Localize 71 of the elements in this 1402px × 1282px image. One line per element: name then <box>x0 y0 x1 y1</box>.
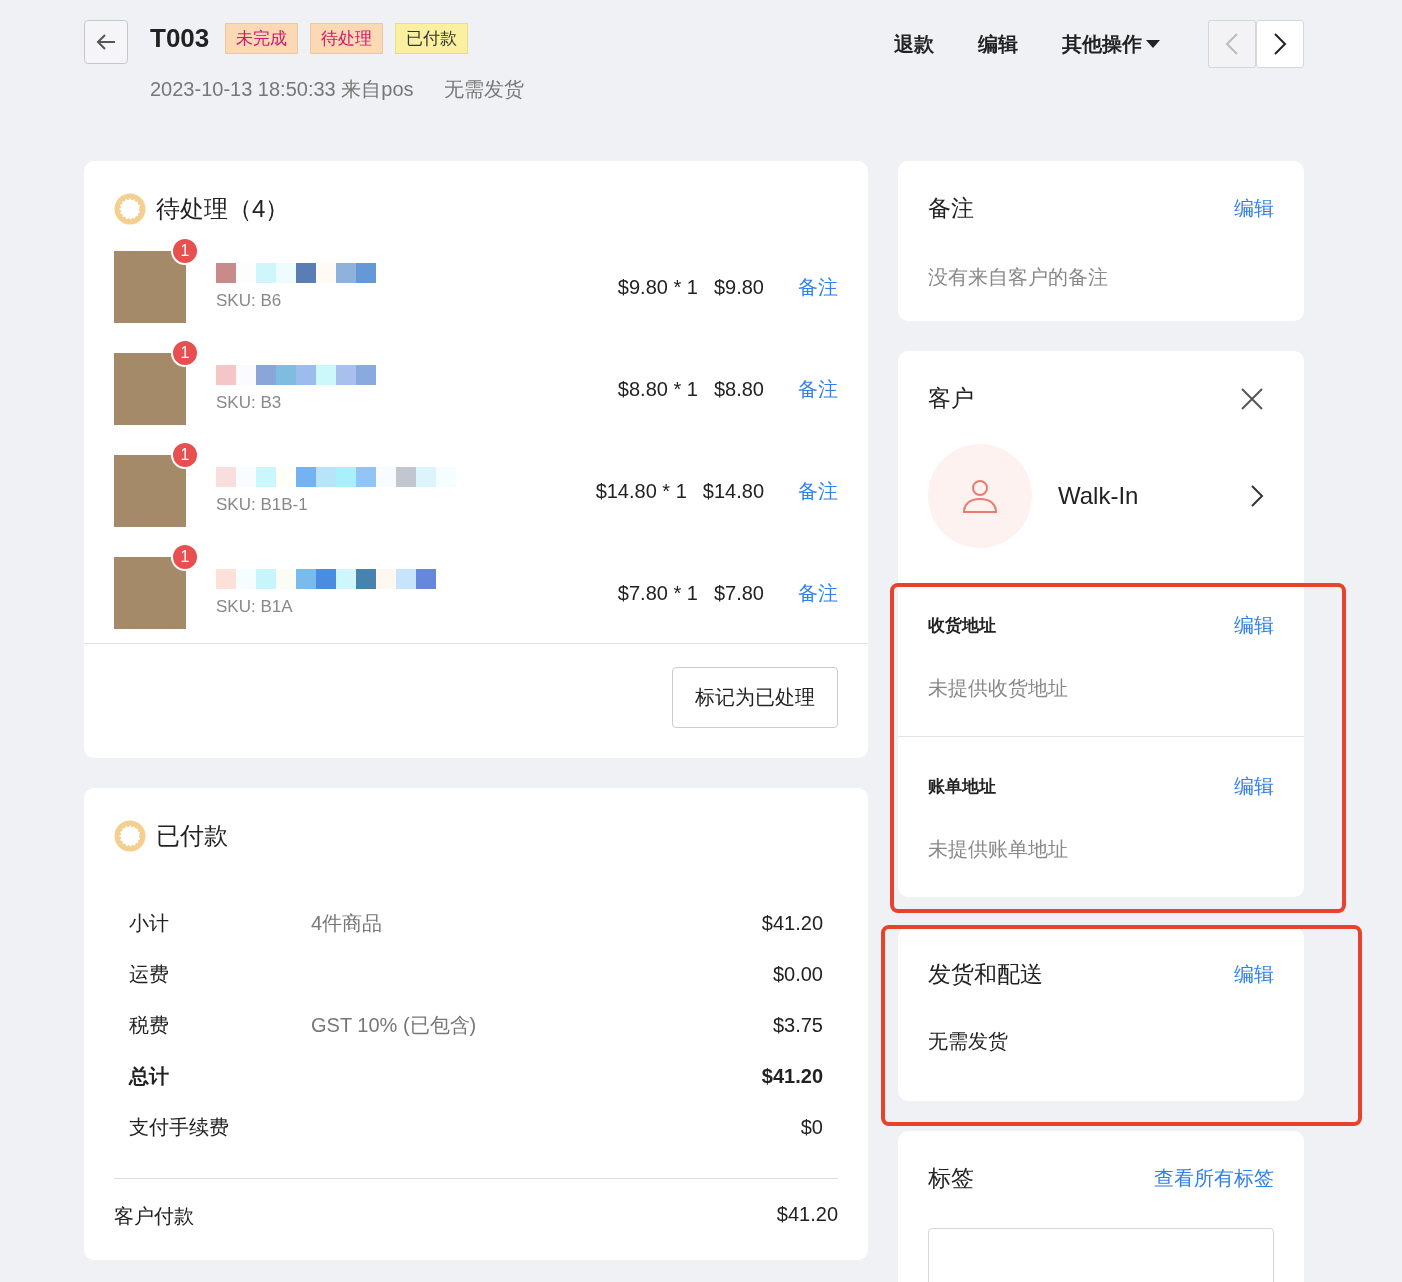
payment-label: 总计 <box>129 1064 170 1089</box>
payment-detail: 4件商品 <box>311 911 383 936</box>
more-actions-dropdown[interactable]: 其他操作 <box>1062 30 1160 58</box>
action-button[interactable]: 退款 <box>894 30 934 58</box>
card-title: 客户 <box>928 384 974 413</box>
sku-text: SKU: B1A <box>216 597 294 617</box>
sku-text: SKU: B1B-1 <box>216 495 309 515</box>
line-total: $8.80 <box>713 377 764 401</box>
payment-label: 税费 <box>129 1013 170 1038</box>
payment-amount: $0.00 <box>772 963 823 986</box>
quantity-badge: 1 <box>171 339 199 367</box>
chevron-right-icon[interactable] <box>1250 484 1264 508</box>
line-total: $7.80 <box>713 581 764 605</box>
sku-text: SKU: B6 <box>216 291 283 311</box>
close-icon[interactable] <box>1240 386 1264 411</box>
status-tag: 待处理 <box>310 22 384 54</box>
unit-price: $7.80 * 1 <box>617 581 698 605</box>
section-title: 待处理（4） <box>156 194 290 224</box>
order-number: T003 <box>150 22 210 54</box>
delivery-text: 无需发货 <box>928 1029 1009 1054</box>
quantity-badge: 1 <box>171 237 199 265</box>
status-tag: 未完成 <box>225 22 299 54</box>
card-subtitle: 账单地址 <box>928 776 996 798</box>
status-tag: 已付款 <box>395 22 469 54</box>
payment-amount: $41.20 <box>761 912 823 935</box>
edit-link[interactable]: 编辑 <box>1234 195 1274 222</box>
payment-amount: $41.20 <box>776 1203 838 1227</box>
note-link[interactable]: 备注 <box>798 579 838 607</box>
quantity-badge: 1 <box>171 543 199 571</box>
chevron-left-icon <box>1225 32 1239 56</box>
payment-amount: $3.75 <box>772 1014 823 1037</box>
line-total: $9.80 <box>713 275 764 299</box>
quantity-badge: 1 <box>171 441 199 469</box>
address-text: 未提供收货地址 <box>928 676 1069 701</box>
sku-text: SKU: B3 <box>216 393 283 413</box>
view-all-tags-link[interactable]: 查看所有标签 <box>1154 1165 1274 1192</box>
status-ring-icon <box>114 193 146 225</box>
card-subtitle: 收货地址 <box>928 615 996 637</box>
next-button[interactable] <box>1256 20 1304 68</box>
unit-price: $8.80 * 1 <box>617 377 698 401</box>
payment-label: 运费 <box>129 962 170 987</box>
address-text: 未提供账单地址 <box>928 837 1069 862</box>
chevron-right-icon <box>1273 32 1287 56</box>
edit-link[interactable]: 编辑 <box>1234 612 1274 639</box>
notes-text: 没有来自客户的备注 <box>928 265 1109 290</box>
customer-name: Walk-In <box>1058 482 1139 510</box>
unit-price: $9.80 * 1 <box>617 275 698 299</box>
card-title: 备注 <box>928 194 974 223</box>
caret-icon <box>1146 39 1160 49</box>
back-button[interactable] <box>84 20 128 64</box>
order-date-source: 2023-10-13 18:50:33 来自pos <box>150 77 414 102</box>
section-title: 已付款 <box>156 821 228 851</box>
payment-label: 小计 <box>129 911 170 936</box>
payment-detail: GST 10% (已包含) <box>311 1013 477 1038</box>
edit-link[interactable]: 编辑 <box>1234 773 1274 800</box>
payment-amount: $41.20 <box>761 1065 823 1088</box>
payment-amount: $0 <box>800 1116 823 1139</box>
unit-price: $14.80 * 1 <box>595 479 687 503</box>
card-title: 发货和配送 <box>928 960 1043 989</box>
payment-label: 客户付款 <box>114 1204 194 1229</box>
card-title: 标签 <box>928 1164 974 1193</box>
line-total: $14.80 <box>702 479 764 503</box>
edit-link[interactable]: 编辑 <box>1234 961 1274 988</box>
note-link[interactable]: 备注 <box>798 273 838 301</box>
shipping-status: 无需发货 <box>443 77 524 102</box>
mark-processed-button[interactable]: 标记为已处理 <box>672 667 838 728</box>
action-button[interactable]: 编辑 <box>978 30 1018 58</box>
note-link[interactable]: 备注 <box>798 375 838 403</box>
note-link[interactable]: 备注 <box>798 477 838 505</box>
payment-label: 支付手续费 <box>129 1115 230 1140</box>
status-ring-icon <box>114 820 146 852</box>
